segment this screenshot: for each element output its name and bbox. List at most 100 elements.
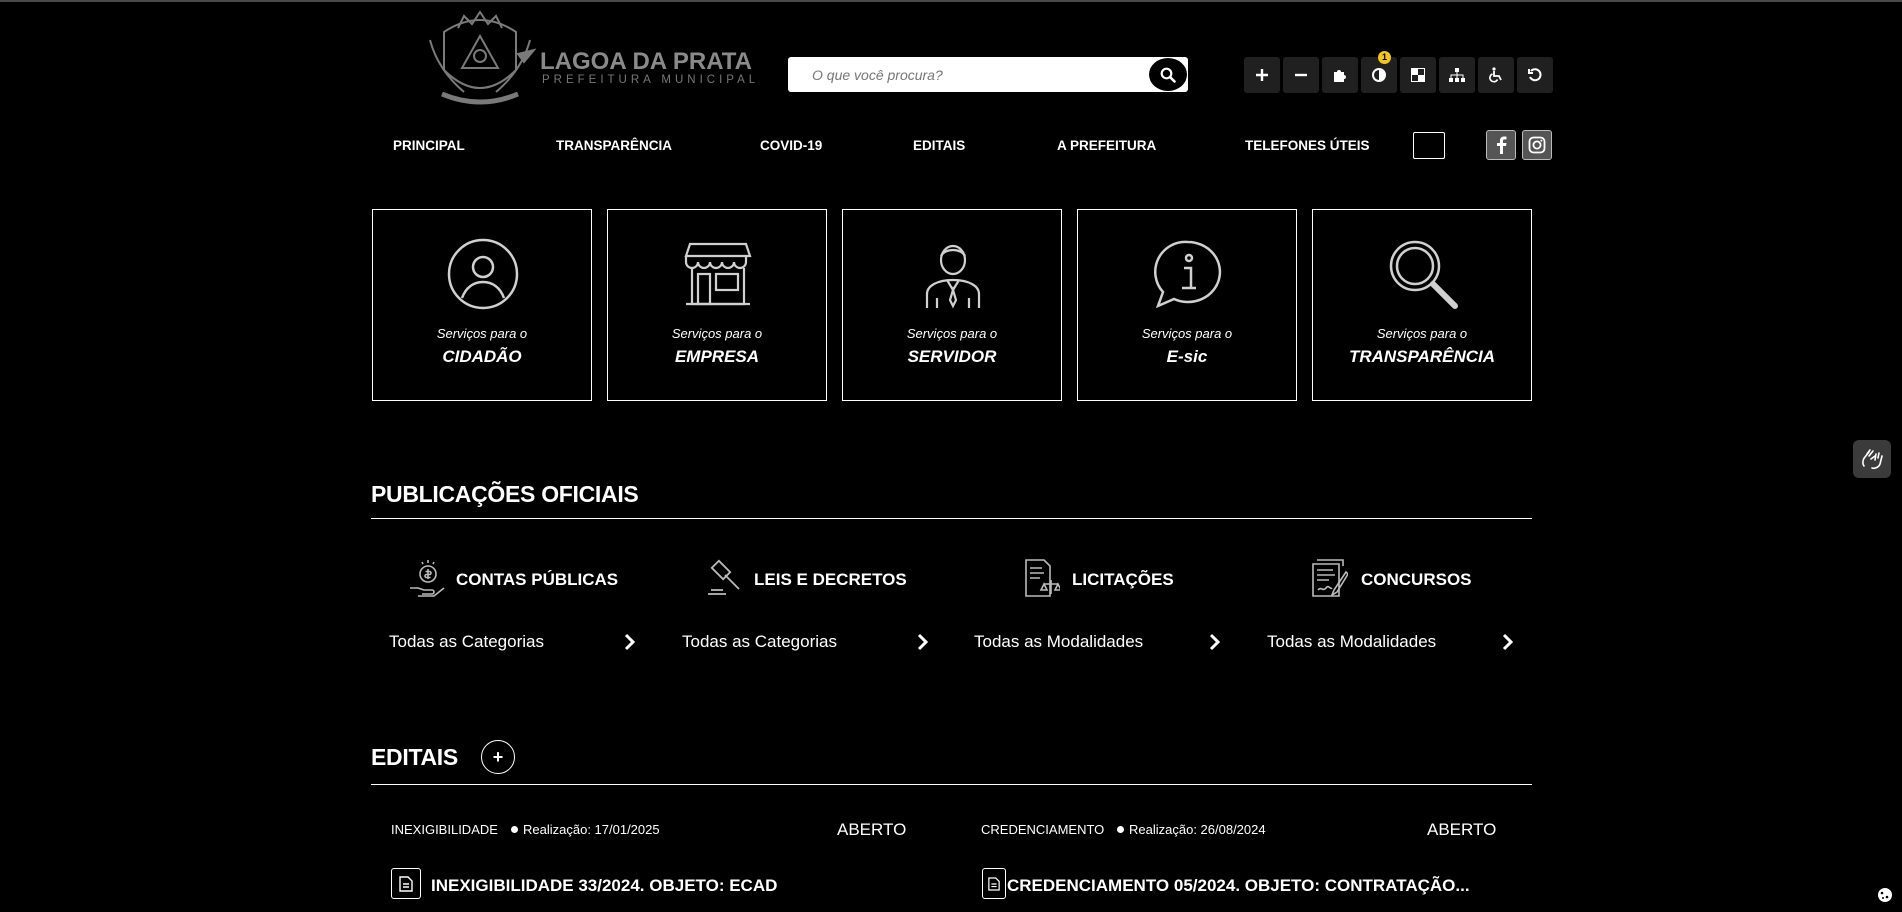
nav-item-principal[interactable]: PRINCIPAL: [393, 138, 465, 153]
contract-pen-icon: [1312, 559, 1348, 597]
increase-font-button[interactable]: [1244, 57, 1280, 93]
pub-link-concursos[interactable]: Todas as Modalidades: [1267, 632, 1517, 652]
sitemap-icon: [1449, 68, 1465, 82]
pub-title: CONCURSOS: [1361, 570, 1472, 589]
document-scale-icon: [1025, 559, 1060, 597]
edital-type: INEXIGIBILIDADE: [391, 822, 498, 837]
service-card-esic[interactable]: Serviços para o E-sic: [1077, 209, 1297, 401]
edital-title-link[interactable]: CREDENCIAMENTO 05/2024. OBJETO: CONTRATA…: [1007, 876, 1470, 896]
logo-subtitle: PREFEITURA MUNICIPAL: [542, 74, 760, 86]
chevron-right-icon: [917, 633, 929, 651]
reset-button[interactable]: [1517, 57, 1553, 93]
edital-date-text: Realização: 26/08/2024: [1129, 822, 1266, 837]
plus-icon: [1256, 69, 1268, 81]
service-card-servidor[interactable]: Serviços para o SERVIDOR: [842, 209, 1062, 401]
nav-item-prefeitura[interactable]: A PREFEITURA: [1057, 138, 1156, 153]
nav-item-transparencia[interactable]: TRANSPARÊNCIA: [556, 138, 672, 153]
card-title: EMPRESA: [674, 347, 760, 366]
coat-of-arms-icon: [429, 10, 536, 105]
puzzle-icon: [1334, 70, 1346, 82]
instagram-icon: [1528, 136, 1546, 154]
accessibility-toolbar: 1: [1244, 51, 1553, 93]
pub-title: CONTAS PÚBLICAS: [456, 570, 619, 589]
chevron-right-icon: [1209, 633, 1221, 651]
nav-item-covid[interactable]: COVID-19: [760, 138, 822, 153]
search-button[interactable]: [1149, 58, 1187, 91]
user-circle-icon: [447, 238, 519, 310]
bullet-icon: [1117, 826, 1124, 833]
chevron-right-icon: [1502, 633, 1514, 651]
nav-item-telefones[interactable]: TELEFONES ÚTEIS: [1245, 138, 1370, 153]
money-hand-icon: [410, 560, 445, 597]
facebook-icon: [1497, 136, 1507, 154]
facebook-link[interactable]: [1486, 130, 1516, 160]
decrease-font-button[interactable]: [1283, 57, 1319, 93]
edital-status: ABERTO: [1427, 820, 1497, 839]
edital-status: ABERTO: [837, 820, 907, 839]
nav-item-editais[interactable]: EDITAIS: [913, 138, 965, 153]
nav-empty-box[interactable]: [1413, 132, 1445, 159]
card-caption: Serviços para o: [671, 326, 763, 341]
sign-language-icon: [1862, 449, 1883, 470]
instagram-link[interactable]: [1522, 130, 1552, 160]
bullet-icon: [511, 826, 518, 833]
section-divider: [371, 784, 1532, 785]
extensions-button[interactable]: [1322, 57, 1358, 93]
pub-link-label: Todas as Categorias: [389, 632, 544, 651]
logo[interactable]: LAGOA DA PRATA PREFEITURA MUNICIPAL: [424, 10, 755, 110]
card-caption: Serviços para o: [1376, 326, 1468, 341]
edital-date-text: Realização: 17/01/2025: [523, 822, 660, 837]
card-title: SERVIDOR: [907, 347, 997, 366]
card-caption: Serviços para o: [906, 326, 998, 341]
pub-link-label: Todas as Modalidades: [1267, 632, 1437, 651]
card-caption: Serviços para o: [1141, 326, 1233, 341]
edital-date: Realização: 17/01/2025: [511, 822, 660, 837]
search-icon: [1160, 67, 1176, 83]
document-icon: [391, 868, 421, 899]
pub-link-label: Todas as Modalidades: [974, 632, 1144, 651]
wheelchair-icon: [1489, 67, 1502, 83]
pub-title: LICITAÇÕES: [1072, 570, 1174, 589]
notification-badge: 1: [1378, 51, 1391, 64]
accessibility-button[interactable]: [1478, 57, 1514, 93]
info-bubble-icon: [1154, 240, 1222, 309]
gavel-icon: [708, 559, 740, 595]
edital-date: Realização: 26/08/2024: [1117, 822, 1266, 837]
card-title: E-sic: [1166, 347, 1208, 366]
storefront-icon: [684, 242, 752, 306]
editais-more-button[interactable]: +: [481, 740, 515, 774]
pub-link-leis[interactable]: Todas as Categorias: [682, 632, 932, 652]
pub-title: LEIS E DECRETOS: [754, 570, 907, 589]
service-card-transparencia[interactable]: Serviços para o TRANSPARÊNCIA: [1312, 209, 1532, 401]
sitemap-button[interactable]: [1439, 57, 1475, 93]
employee-icon: [925, 244, 981, 309]
minus-icon: [1295, 73, 1307, 77]
chevron-right-icon: [624, 633, 636, 651]
pub-link-contas[interactable]: Todas as Categorias: [389, 632, 639, 652]
card-title: TRANSPARÊNCIA: [1348, 347, 1496, 366]
reset-icon: [1528, 68, 1542, 82]
logo-title: LAGOA DA PRATA: [540, 48, 752, 75]
service-card-cidadao[interactable]: Serviços para o CIDADÃO: [372, 209, 592, 401]
cookie-icon[interactable]: [1877, 887, 1893, 903]
contrast-button[interactable]: 1: [1361, 51, 1397, 93]
checker-icon: [1411, 68, 1425, 82]
service-card-empresa[interactable]: Serviços para o EMPRESA: [607, 209, 827, 401]
edital-type: CREDENCIAMENTO: [981, 822, 1105, 837]
section-title-editais: EDITAIS: [371, 744, 458, 770]
pub-link-label: Todas as Categorias: [682, 632, 837, 651]
contrast-icon: [1372, 68, 1386, 82]
vlibras-button[interactable]: [1853, 440, 1891, 478]
pub-link-licitacoes[interactable]: Todas as Modalidades: [974, 632, 1224, 652]
card-caption: Serviços para o: [436, 326, 528, 341]
section-title-publicacoes: PUBLICAÇÕES OFICIAIS: [371, 481, 639, 507]
top-border: [0, 0, 1902, 2]
card-title: CIDADÃO: [442, 347, 522, 366]
grayscale-button[interactable]: [1400, 57, 1436, 93]
document-icon: [982, 868, 1006, 899]
magnifier-icon: [1389, 240, 1458, 309]
search-bar: [788, 57, 1188, 92]
section-divider: [371, 518, 1532, 519]
edital-title-link[interactable]: INEXIGIBILIDADE 33/2024. OBJETO: ECAD: [431, 876, 777, 896]
search-input[interactable]: [788, 57, 1152, 92]
